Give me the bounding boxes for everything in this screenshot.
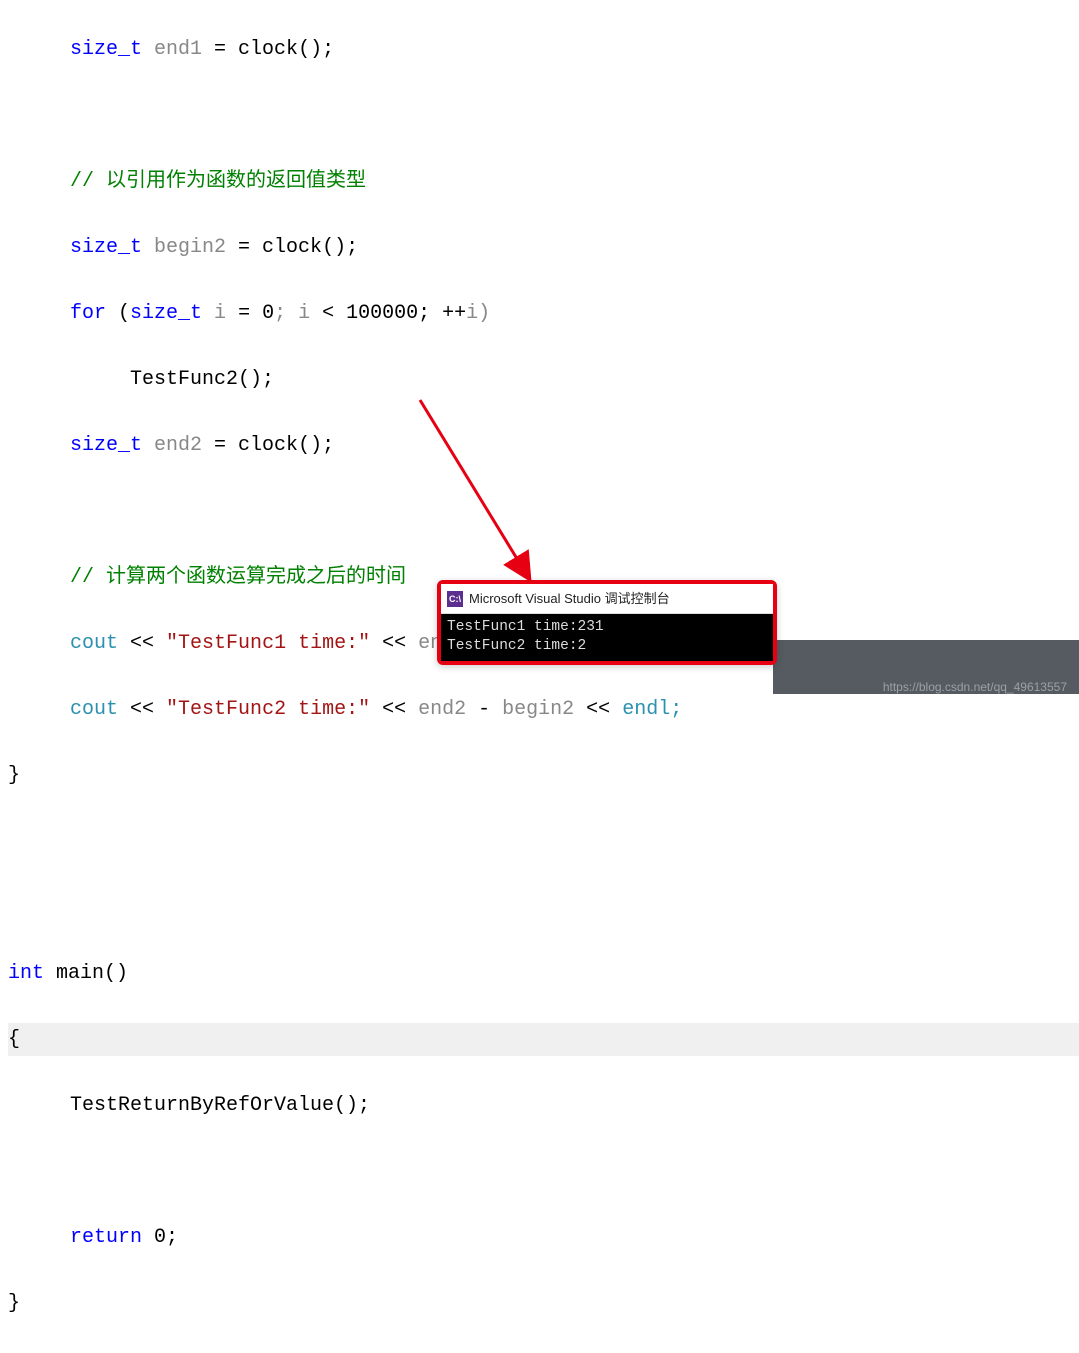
operator: = bbox=[214, 434, 226, 457]
operator: = bbox=[214, 38, 226, 61]
code-line: TestFunc2(); bbox=[8, 363, 1079, 396]
console-line: TestFunc2 time:2 bbox=[447, 638, 586, 654]
identifier: i bbox=[202, 302, 238, 325]
code-line: { bbox=[8, 1023, 1079, 1056]
func-call: TestReturnByRefOrValue bbox=[70, 1094, 334, 1117]
space bbox=[370, 698, 382, 721]
string: "TestFunc1 time:" bbox=[166, 632, 370, 655]
code-line: // 以引用作为函数的返回值类型 bbox=[8, 165, 1079, 198]
code-line: size_t begin2 = clock(); bbox=[8, 231, 1079, 264]
string: "TestFunc2 time:" bbox=[166, 698, 370, 721]
brace: { bbox=[8, 1028, 20, 1051]
punct: (); bbox=[322, 236, 358, 259]
number: 0 bbox=[250, 302, 274, 325]
code-line: for (size_t i = 0; i < 100000; ++i) bbox=[8, 297, 1079, 330]
console-window: C:\ Microsoft Visual Studio 调试控制台 TestFu… bbox=[437, 580, 777, 665]
blank-line bbox=[8, 99, 1079, 132]
punct: (); bbox=[238, 368, 274, 391]
identifier: cout bbox=[70, 632, 130, 655]
operator: ++ bbox=[442, 302, 466, 325]
identifier: begin2 bbox=[490, 698, 586, 721]
keyword: return bbox=[70, 1226, 142, 1249]
blank-line bbox=[8, 891, 1079, 924]
console-title-text: Microsoft Visual Studio 调试控制台 bbox=[469, 588, 670, 609]
func-decl: main() bbox=[44, 962, 128, 985]
console-line: TestFunc1 time:231 bbox=[447, 619, 604, 635]
operator: << bbox=[382, 632, 406, 655]
punct: ; bbox=[166, 1226, 178, 1249]
operator: = bbox=[238, 236, 250, 259]
code-line: size_t end1 = clock(); bbox=[8, 33, 1079, 66]
brace: } bbox=[8, 1292, 20, 1315]
operator: << bbox=[130, 632, 154, 655]
number: 0 bbox=[142, 1226, 166, 1249]
code-line: return 0; bbox=[8, 1221, 1079, 1254]
punct: (); bbox=[334, 1094, 370, 1117]
keyword: size_t bbox=[70, 236, 142, 259]
space bbox=[154, 632, 166, 655]
identifier: end2 bbox=[142, 434, 214, 457]
blank-line bbox=[8, 495, 1079, 528]
code-line: } bbox=[8, 1287, 1079, 1320]
code-line: TestReturnByRefOrValue(); bbox=[8, 1089, 1079, 1122]
operator: - bbox=[478, 698, 490, 721]
func-call: clock bbox=[226, 38, 298, 61]
watermark: https://blog.csdn.net/qq_49613557 bbox=[883, 678, 1067, 698]
keyword: size_t bbox=[70, 434, 142, 457]
space bbox=[370, 632, 382, 655]
identifier: cout bbox=[70, 698, 130, 721]
operator: << bbox=[586, 698, 610, 721]
operator: < bbox=[322, 302, 334, 325]
comment: // 以引用作为函数的返回值类型 bbox=[70, 170, 366, 193]
func-call: clock bbox=[250, 236, 322, 259]
func-call: TestFunc2 bbox=[130, 368, 238, 391]
number: 100000 bbox=[334, 302, 418, 325]
console-icon: C:\ bbox=[447, 591, 463, 607]
punct: ( bbox=[106, 302, 130, 325]
keyword: size_t bbox=[130, 302, 202, 325]
identifier: i) bbox=[466, 302, 490, 325]
punct: (); bbox=[298, 434, 334, 457]
brace: } bbox=[8, 764, 20, 787]
blank-line bbox=[8, 825, 1079, 858]
code-line: size_t end2 = clock(); bbox=[8, 429, 1079, 462]
code-line: int main() bbox=[8, 957, 1079, 990]
keyword: int bbox=[8, 962, 44, 985]
punct: ; bbox=[418, 302, 442, 325]
blank-line bbox=[8, 1155, 1079, 1188]
operator: << bbox=[130, 698, 154, 721]
identifier: endl; bbox=[610, 698, 682, 721]
identifier: end2 bbox=[406, 698, 478, 721]
space bbox=[154, 698, 166, 721]
keyword: for bbox=[70, 302, 106, 325]
code-line: cout << "TestFunc2 time:" << end2 - begi… bbox=[8, 693, 1079, 726]
console-output: TestFunc1 time:231 TestFunc2 time:2 bbox=[441, 614, 773, 660]
code-line: } bbox=[8, 759, 1079, 792]
punct: (); bbox=[298, 38, 334, 61]
keyword: size_t bbox=[70, 38, 142, 61]
operator: = bbox=[238, 302, 250, 325]
console-titlebar: C:\ Microsoft Visual Studio 调试控制台 bbox=[441, 584, 773, 614]
operator: << bbox=[382, 698, 406, 721]
func-call: clock bbox=[226, 434, 298, 457]
comment: // 计算两个函数运算完成之后的时间 bbox=[70, 566, 406, 589]
identifier: end1 bbox=[142, 38, 214, 61]
identifier: begin2 bbox=[142, 236, 238, 259]
identifier: ; i bbox=[274, 302, 322, 325]
